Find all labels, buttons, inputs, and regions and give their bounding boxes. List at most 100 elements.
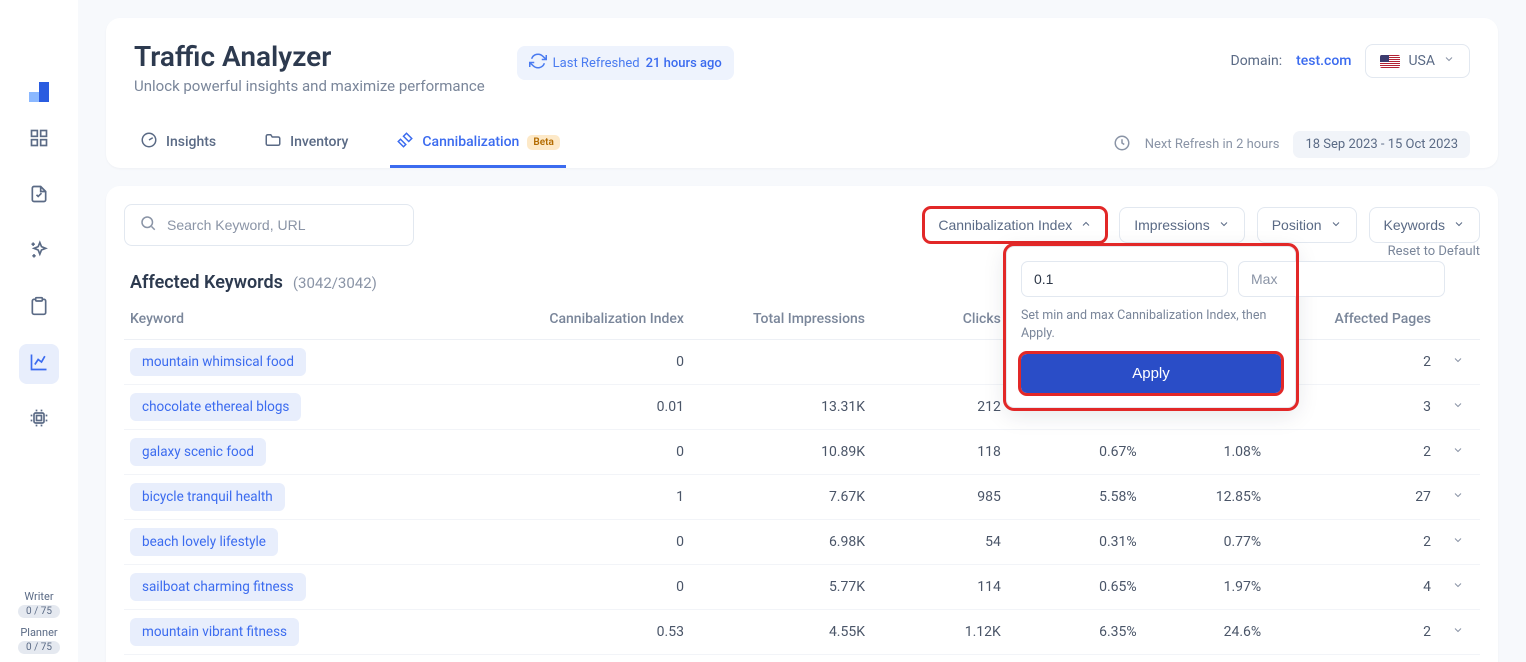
gauge-icon: [140, 131, 158, 153]
grid-icon: [29, 128, 49, 152]
main-content: Traffic Analyzer Unlock powerful insight…: [78, 0, 1526, 662]
sidebar: Writer 0 / 75 Planner 0 / 75: [0, 0, 78, 662]
keyword-chip[interactable]: galaxy scenic food: [130, 438, 266, 466]
section-count: (3042/3042): [293, 274, 377, 292]
chevron-down-icon: [1452, 534, 1464, 550]
cell-position: 0.31%: [1007, 520, 1143, 565]
search-field[interactable]: [124, 204, 414, 246]
clock-icon: [1113, 134, 1131, 156]
filter-impressions[interactable]: Impressions: [1119, 207, 1244, 243]
cell-impressions: 13.31K: [690, 385, 871, 430]
cell-impressions: [690, 340, 871, 385]
keyword-chip[interactable]: chocolate ethereal blogs: [130, 393, 301, 421]
expand-row-button[interactable]: [1437, 385, 1480, 430]
filter-position-label: Position: [1272, 217, 1322, 233]
filter-keywords-label: Keywords: [1384, 217, 1445, 233]
cell-impressions: 6.98K: [690, 520, 871, 565]
cell-impressions: 5.77K: [690, 565, 871, 610]
cell-clicks: 1.12K: [871, 610, 1007, 655]
cell-ctr: 12.85%: [1143, 475, 1268, 520]
cell-clicks: 52: [871, 655, 1007, 662]
cell-cindex: 0: [464, 655, 690, 662]
cell-impressions: 7.67K: [690, 475, 871, 520]
chevron-down-icon: [1453, 217, 1465, 233]
keyword-chip[interactable]: sailboat charming fitness: [130, 573, 306, 601]
planner-usage-label: Planner: [18, 626, 60, 639]
sidebar-item-optimize[interactable]: [19, 232, 59, 272]
expand-row-button[interactable]: [1437, 430, 1480, 475]
cell-impressions: 3.52K: [690, 655, 871, 662]
cell-cindex: 0.53: [464, 610, 690, 655]
cpu-icon: [29, 408, 49, 432]
expand-row-button[interactable]: [1437, 340, 1480, 385]
reset-to-default-link[interactable]: Reset to Default: [1388, 244, 1480, 259]
cell-ctr: 1.48%: [1143, 655, 1268, 662]
table-row: bicycle tranquil health17.67K9855.58%12.…: [124, 475, 1480, 520]
swords-icon: [396, 131, 414, 153]
expand-row-button[interactable]: [1437, 655, 1480, 662]
sidebar-item-clipboard[interactable]: [19, 288, 59, 328]
keyword-chip[interactable]: beach lovely lifestyle: [130, 528, 278, 556]
expand-row-button[interactable]: [1437, 565, 1480, 610]
search-input[interactable]: [167, 217, 399, 233]
col-cindex: Cannibalization Index: [464, 301, 690, 340]
beta-badge: Beta: [527, 135, 559, 150]
filter-keywords[interactable]: Keywords: [1369, 207, 1480, 243]
cell-clicks: 54: [871, 520, 1007, 565]
expand-row-button[interactable]: [1437, 610, 1480, 655]
writer-usage-count: 0 / 75: [18, 605, 60, 618]
content-panel: Cannibalization Index Impressions Positi…: [106, 186, 1498, 662]
chevron-down-icon: [1452, 489, 1464, 505]
domain-value[interactable]: test.com: [1296, 53, 1351, 69]
tab-insights[interactable]: Insights: [134, 119, 222, 168]
keyword-chip[interactable]: mountain whimsical food: [130, 348, 306, 376]
writer-usage-label: Writer: [18, 590, 60, 603]
refresh-icon: [529, 52, 547, 74]
tab-inventory[interactable]: Inventory: [258, 119, 354, 168]
max-input[interactable]: [1238, 261, 1445, 297]
cell-position: 0.65%: [1007, 565, 1143, 610]
search-icon: [139, 214, 157, 236]
cell-position: 5.58%: [1007, 475, 1143, 520]
cell-ctr: 0.77%: [1143, 520, 1268, 565]
chevron-down-icon: [1452, 354, 1464, 370]
tab-cannibalization[interactable]: Cannibalization Beta: [390, 119, 565, 168]
sidebar-item-processor[interactable]: [19, 400, 59, 440]
tab-inventory-label: Inventory: [290, 134, 348, 150]
country-select[interactable]: USA: [1365, 44, 1470, 78]
apply-button[interactable]: Apply: [1021, 354, 1281, 393]
cell-clicks: 118: [871, 430, 1007, 475]
keyword-chip[interactable]: mountain vibrant fitness: [130, 618, 299, 646]
clipboard-icon: [29, 296, 49, 320]
chevron-down-icon: [1452, 579, 1464, 595]
table-row: galaxy scenic food010.89K1180.67%1.08%2: [124, 430, 1480, 475]
cell-cindex: 0: [464, 340, 690, 385]
table-row: sailboat charming fitness05.77K1140.65%1…: [124, 565, 1480, 610]
last-refreshed-pill: Last Refreshed 21 hours ago: [517, 46, 734, 80]
table-row: pillow tranquil travel03.52K520.29%1.48%…: [124, 655, 1480, 662]
filter-impressions-label: Impressions: [1134, 217, 1209, 233]
sidebar-item-dashboard[interactable]: [19, 120, 59, 160]
cell-cindex: 0: [464, 565, 690, 610]
filter-cannibalization-index[interactable]: Cannibalization Index: [923, 207, 1107, 243]
filter-position[interactable]: Position: [1257, 207, 1357, 243]
expand-row-button[interactable]: [1437, 475, 1480, 520]
table-row: beach lovely lifestyle06.98K540.31%0.77%…: [124, 520, 1480, 565]
chevron-up-icon: [1080, 217, 1092, 233]
col-impressions: Total Impressions: [690, 301, 871, 340]
cell-position: 6.35%: [1007, 610, 1143, 655]
page-subtitle: Unlock powerful insights and maximize pe…: [134, 77, 485, 95]
keyword-chip[interactable]: bicycle tranquil health: [130, 483, 285, 511]
chevron-down-icon: [1452, 399, 1464, 415]
sparkle-icon: [29, 240, 49, 264]
sidebar-item-writer[interactable]: [19, 176, 59, 216]
col-clicks: Clicks: [871, 301, 1007, 340]
expand-row-button[interactable]: [1437, 520, 1480, 565]
tab-insights-label: Insights: [166, 134, 216, 150]
sidebar-item-analytics[interactable]: [19, 344, 59, 384]
popover-hint: Set min and max Cannibalization Index, t…: [1021, 307, 1281, 342]
last-refreshed-label: Last Refreshed: [553, 56, 640, 71]
min-input[interactable]: [1021, 261, 1228, 297]
cell-clicks: [871, 340, 1007, 385]
date-range-pill[interactable]: 18 Sep 2023 - 15 Oct 2023: [1293, 131, 1470, 158]
